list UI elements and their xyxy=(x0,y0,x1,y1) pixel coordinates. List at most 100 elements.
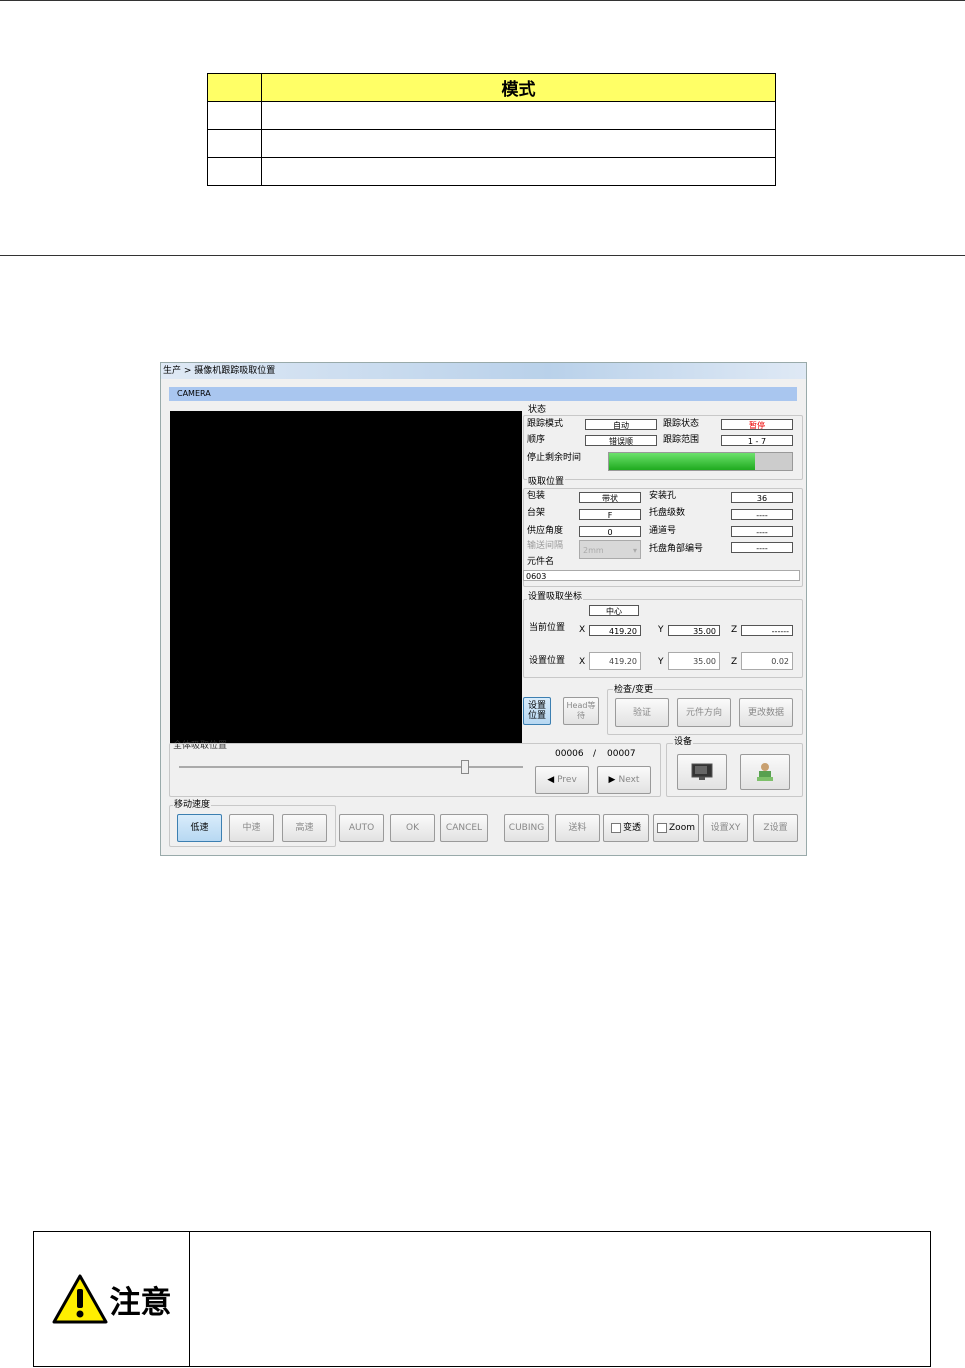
auto-button[interactable]: AUTO xyxy=(339,814,384,842)
tray-layers-value: ---- xyxy=(731,509,793,520)
breadcrumb: 生产 > 摄像机跟踪吸取位置 xyxy=(161,363,806,379)
low-speed-button[interactable]: 低速 xyxy=(177,814,222,842)
z-axis-label: Z xyxy=(731,657,738,667)
feed-button[interactable]: 送料 xyxy=(555,814,600,842)
slider-thumb[interactable] xyxy=(461,760,469,774)
track-range-value: 1 - 7 xyxy=(721,435,793,446)
cubing-button[interactable]: CUBING xyxy=(504,814,549,842)
transparent-checkbox[interactable] xyxy=(610,823,621,833)
zoom-checkbox[interactable] xyxy=(657,823,668,833)
prev-button[interactable]: ◀ Prev xyxy=(535,766,589,794)
center-value: 中心 xyxy=(589,605,639,616)
part-name-label: 元件名 xyxy=(527,557,555,567)
feed-pitch-select[interactable]: 2mm ▾ xyxy=(579,540,641,559)
table-cell xyxy=(261,129,776,158)
transparent-toggle[interactable]: 变透 xyxy=(603,814,649,842)
mode-table-header: 模式 xyxy=(207,73,776,102)
zoom-toggle[interactable]: Zoom xyxy=(653,814,699,842)
package-label: 包装 xyxy=(527,491,546,501)
head-wait-button[interactable]: Head等待 xyxy=(563,697,599,725)
mode-header-title: 模式 xyxy=(261,73,776,102)
devices-group-title: 设备 xyxy=(673,737,694,747)
counter-total: 00007 xyxy=(607,749,636,759)
part-name-value: 0603 xyxy=(523,570,800,581)
next-label: Next xyxy=(618,775,640,785)
table-cell xyxy=(207,129,262,158)
table-value: F xyxy=(579,509,641,520)
part-direction-button[interactable]: 元件方向 xyxy=(677,698,731,727)
channel-value: ---- xyxy=(731,526,793,537)
monitor-icon xyxy=(691,763,713,780)
table-label: 台架 xyxy=(527,508,546,518)
channel-label: 通道号 xyxy=(649,526,677,536)
caution-header: 注意 xyxy=(34,1232,190,1366)
z-set-button[interactable]: Z设置 xyxy=(753,814,798,842)
caution-label: 注意 xyxy=(109,1284,172,1321)
track-state-label: 跟踪状态 xyxy=(663,419,700,429)
set-z-field[interactable]: 0.02 xyxy=(741,652,793,670)
section-rule xyxy=(0,255,965,256)
stop-remaining-label: 停止剩余时间 xyxy=(527,453,582,463)
track-state-value: 暂停 xyxy=(721,419,793,430)
set-position-label: 设置位置 xyxy=(529,656,566,666)
set-y-field[interactable]: 35.00 xyxy=(668,652,720,670)
package-value: 带状 xyxy=(579,492,641,503)
left-arrow-icon: ◀ xyxy=(547,775,555,785)
pickup-group-title: 吸取位置 xyxy=(527,477,566,487)
mount-hole-label: 安装孔 xyxy=(649,491,677,501)
table-cell xyxy=(261,101,776,130)
counter-separator: / xyxy=(593,749,597,759)
feed-pitch-label: 输送间隔 xyxy=(527,541,564,551)
mid-speed-button[interactable]: 中速 xyxy=(229,814,274,842)
feed-angle-value: 0 xyxy=(579,526,641,537)
slider-track[interactable] xyxy=(179,766,523,768)
table-cell xyxy=(261,157,776,186)
zoom-label: Zoom xyxy=(669,823,695,833)
next-button[interactable]: ▶ Next xyxy=(597,766,651,794)
mode-table: 模式 xyxy=(207,73,776,186)
camera-label: CAMERA xyxy=(169,387,797,401)
set-xy-button[interactable]: 设置XY xyxy=(703,814,748,842)
counter-current: 00006 xyxy=(555,749,584,759)
current-y-value: 35.00 xyxy=(668,625,720,636)
monitor-device-button[interactable] xyxy=(677,754,727,790)
chevron-down-icon: ▾ xyxy=(632,546,637,555)
operator-device-button[interactable] xyxy=(740,754,790,790)
speed-group-title: 移动速度 xyxy=(173,800,212,810)
current-position-label: 当前位置 xyxy=(529,623,566,633)
set-x-field[interactable]: 419.20 xyxy=(589,652,641,670)
table-cell xyxy=(207,157,262,186)
camera-tracking-window: 生产 > 摄像机跟踪吸取位置 CAMERA 状态 跟踪模式 自动 跟踪状态 暂停… xyxy=(160,362,807,856)
prev-label: Prev xyxy=(557,775,577,785)
track-mode-label: 跟踪模式 xyxy=(527,419,564,429)
coords-group-title: 设置吸取坐标 xyxy=(527,592,584,602)
table-cell xyxy=(207,101,262,130)
tray-corner-label: 托盘角部编号 xyxy=(649,544,704,554)
set-position-button[interactable]: 设置位置 xyxy=(523,697,551,725)
table-row xyxy=(207,129,776,158)
table-row xyxy=(207,101,776,130)
transparent-label: 变透 xyxy=(622,823,641,833)
stop-remaining-progress xyxy=(608,452,793,471)
order-label: 顺序 xyxy=(527,435,546,445)
y-axis-label: Y xyxy=(658,657,664,667)
current-z-value: ------ xyxy=(741,625,793,636)
feed-angle-label: 供应角度 xyxy=(527,526,564,536)
feed-pitch-value: 2mm xyxy=(583,546,604,555)
tray-corner-value: ---- xyxy=(731,542,793,553)
y-axis-label: Y xyxy=(658,625,664,635)
ok-button[interactable]: OK xyxy=(390,814,435,842)
status-group-title: 状态 xyxy=(527,405,548,415)
change-data-button[interactable]: 更改数据 xyxy=(739,698,793,727)
warning-icon xyxy=(52,1274,107,1324)
mount-hole-value: 36 xyxy=(731,492,793,503)
cancel-button[interactable]: CANCEL xyxy=(440,814,488,842)
high-speed-button[interactable]: 高速 xyxy=(282,814,327,842)
z-axis-label: Z xyxy=(731,625,738,635)
person-icon xyxy=(757,763,773,781)
current-x-value: 419.20 xyxy=(589,625,641,636)
right-arrow-icon: ▶ xyxy=(608,775,616,785)
verify-button[interactable]: 验证 xyxy=(615,698,669,727)
top-rule xyxy=(0,0,965,1)
camera-view[interactable] xyxy=(170,411,522,743)
